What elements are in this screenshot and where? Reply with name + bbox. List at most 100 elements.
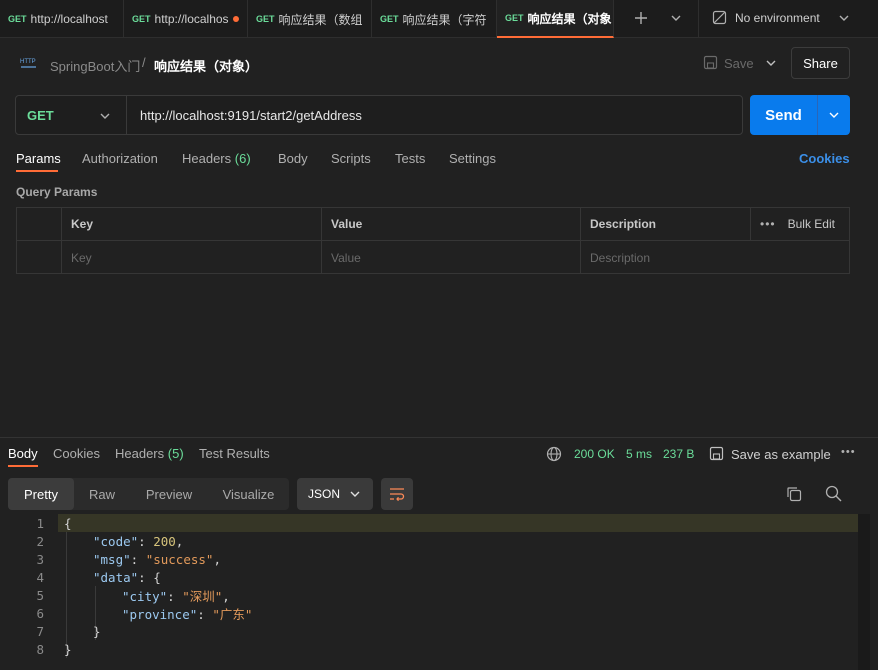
send-button[interactable]: Send: [750, 95, 817, 135]
table-checkbox-column: [17, 208, 62, 241]
tab-params[interactable]: Params: [16, 151, 61, 166]
more-icon: •••: [760, 217, 776, 231]
line-number: 8: [36, 641, 44, 657]
response-tab-test-results[interactable]: Test Results: [199, 446, 270, 461]
view-visualize[interactable]: Visualize: [208, 478, 289, 510]
response-tab-cookies[interactable]: Cookies: [53, 446, 100, 461]
url-input[interactable]: http://localhost:9191/start2/getAddress: [140, 108, 362, 123]
tabs-dropdown-icon[interactable]: [670, 13, 682, 23]
code-text: "msg": "success",: [93, 551, 221, 567]
code-line: 6 "province": "广东": [0, 604, 858, 622]
save-button[interactable]: Save: [724, 56, 754, 71]
response-body-editor[interactable]: 1 { 2 "code": 200, 3 "msg": "success", 4…: [0, 514, 858, 670]
code-text: }: [93, 623, 101, 639]
format-dropdown[interactable]: JSON: [297, 478, 373, 510]
code-line: 4 "data": {: [0, 568, 858, 586]
breadcrumb-separator: /: [142, 55, 146, 70]
url-bar: GET http://localhost:9191/start2/getAddr…: [15, 95, 743, 135]
tab-headers-label: Headers: [182, 151, 232, 166]
tab-body[interactable]: Body: [278, 151, 308, 166]
globe-icon[interactable]: [546, 446, 562, 462]
query-params-title: Query Params: [16, 185, 98, 199]
cookies-link[interactable]: Cookies: [799, 151, 850, 166]
save-icon[interactable]: [709, 446, 724, 461]
send-button-group: Send: [750, 95, 850, 135]
tab-request-3[interactable]: GET 响应结果（数组: [248, 0, 372, 38]
share-button[interactable]: Share: [791, 47, 850, 79]
chevron-down-icon[interactable]: [99, 111, 111, 121]
divider: [698, 0, 699, 38]
editor-scrollbar[interactable]: [858, 514, 870, 670]
tab-request-1[interactable]: GET http://localhost: [0, 0, 124, 38]
response-time[interactable]: 5 ms: [626, 447, 652, 461]
tab-label: http://localhos: [154, 12, 229, 26]
no-environment-icon: [712, 10, 727, 25]
tab-request-5[interactable]: GET 响应结果（对象: [497, 0, 614, 38]
tab-authorization[interactable]: Authorization: [82, 151, 158, 166]
line-number: 3: [36, 551, 44, 567]
response-headers-count: (5): [167, 446, 184, 461]
description-input[interactable]: Description: [581, 241, 850, 274]
line-number: 5: [36, 587, 44, 603]
code-text: "code": 200,: [93, 533, 184, 549]
tab-request-4[interactable]: GET 响应结果（字符: [372, 0, 497, 38]
svg-text:HTTP: HTTP: [20, 59, 36, 65]
status-badge[interactable]: 200 OK: [574, 447, 615, 461]
tab-method: GET: [256, 14, 275, 24]
more-options-icon[interactable]: •••: [841, 446, 856, 458]
view-pretty[interactable]: Pretty: [8, 478, 74, 510]
pane-divider[interactable]: [0, 437, 878, 438]
copy-icon[interactable]: [786, 486, 802, 502]
value-input[interactable]: Value: [322, 241, 581, 274]
send-options-icon[interactable]: [818, 95, 850, 135]
row-checkbox: [17, 241, 62, 274]
code-text: {: [64, 515, 72, 531]
code-line: 5 "city": "深圳",: [0, 586, 858, 604]
page-title[interactable]: 响应结果（对象）: [154, 56, 258, 75]
tab-settings[interactable]: Settings: [449, 151, 496, 166]
code-text: }: [64, 641, 72, 657]
tab-method: GET: [505, 13, 524, 23]
new-tab-icon[interactable]: [634, 11, 648, 25]
view-preview[interactable]: Preview: [130, 478, 208, 510]
unsaved-indicator: [233, 16, 239, 22]
bulk-edit-button[interactable]: ••• Bulk Edit: [751, 208, 850, 241]
tab-method: GET: [132, 14, 151, 24]
code-line: 1 {: [0, 514, 858, 532]
bulk-edit-label: Bulk Edit: [787, 217, 835, 231]
tab-headers[interactable]: Headers (6): [182, 151, 251, 166]
headers-count: (6): [234, 151, 251, 166]
query-params-table: Key Value Description ••• Bulk Edit Key …: [16, 207, 850, 274]
search-icon[interactable]: [825, 485, 842, 502]
tab-label: 响应结果（对象: [527, 11, 612, 26]
code-text: "data": {: [93, 569, 161, 585]
save-options-icon[interactable]: [765, 58, 777, 68]
save-as-example-button[interactable]: Save as example: [731, 447, 831, 462]
tab-label: http://localhost: [30, 12, 108, 26]
code-text: "province": "广东": [122, 606, 253, 622]
line-number: 4: [36, 569, 44, 585]
code-line: 2 "code": 200,: [0, 532, 858, 550]
tab-scripts[interactable]: Scripts: [331, 151, 371, 166]
code-text: "city": "深圳",: [122, 588, 230, 604]
active-tab-indicator: [16, 170, 58, 172]
view-raw[interactable]: Raw: [74, 478, 130, 510]
tab-tests[interactable]: Tests: [395, 151, 425, 166]
method-label: GET: [27, 107, 54, 123]
key-input[interactable]: Key: [62, 241, 322, 274]
chevron-down-icon[interactable]: [838, 13, 850, 23]
response-tab-body[interactable]: Body: [8, 446, 38, 461]
wrap-lines-icon[interactable]: [381, 478, 413, 510]
code-line: 8 }: [0, 640, 858, 658]
request-tab-bar: GET http://localhost GET http://localhos…: [0, 0, 878, 38]
column-value: Value: [322, 208, 581, 241]
tab-request-2[interactable]: GET http://localhos: [124, 0, 248, 38]
response-size[interactable]: 237 B: [663, 447, 694, 461]
breadcrumb-collection[interactable]: SpringBoot入门: [50, 56, 140, 75]
response-tab-headers[interactable]: Headers (5): [115, 446, 184, 461]
environment-selector[interactable]: No environment: [735, 11, 820, 25]
save-icon[interactable]: [703, 55, 718, 70]
column-key: Key: [62, 208, 322, 241]
code-line: 3 "msg": "success",: [0, 550, 858, 568]
line-number: 1: [36, 515, 44, 531]
